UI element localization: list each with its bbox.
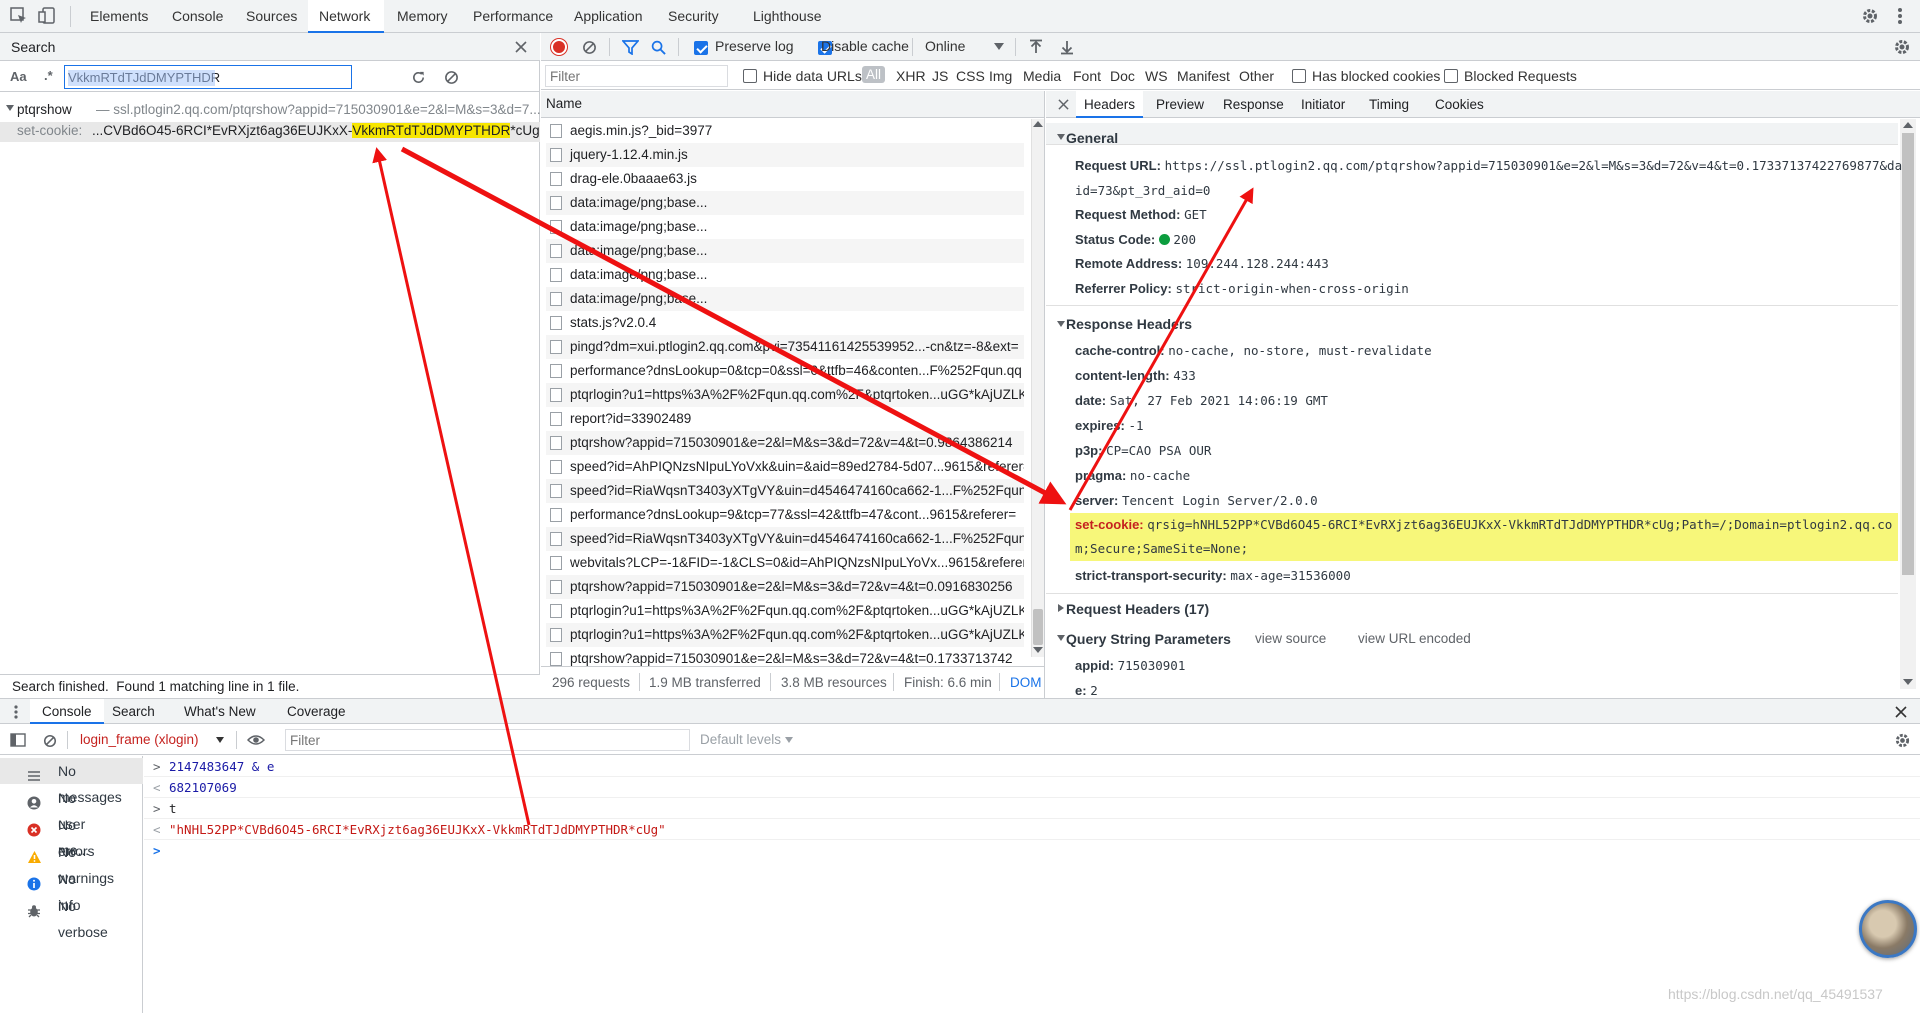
arrow-console-to-search (372, 147, 531, 826)
arrow-setcookie-to-url (1068, 187, 1254, 511)
annotation-arrows (372, 146, 1254, 826)
arrow-search-to-setcookie (400, 146, 1067, 505)
